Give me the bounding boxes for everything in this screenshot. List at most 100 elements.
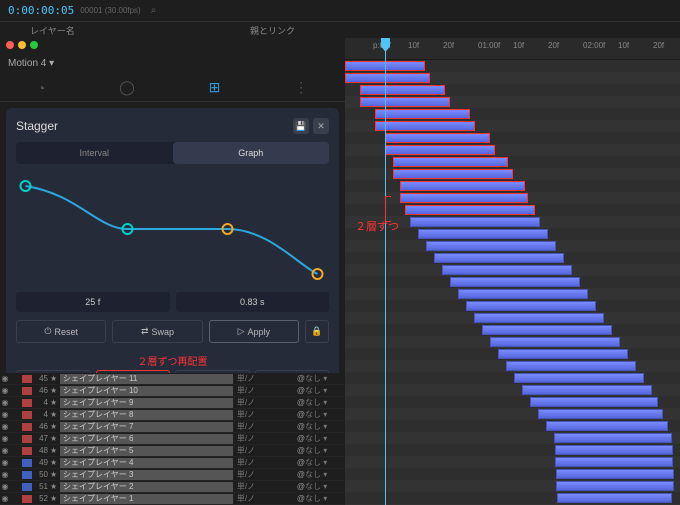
- blend-mode[interactable]: 単/ノ: [237, 421, 297, 432]
- track-row[interactable]: [345, 456, 680, 468]
- playhead[interactable]: [385, 38, 386, 505]
- layer-bar[interactable]: [400, 181, 525, 191]
- visibility-icon[interactable]: ◉: [0, 470, 10, 479]
- layer-bar[interactable]: [556, 469, 674, 479]
- layer-bar[interactable]: [426, 241, 556, 251]
- parent-value[interactable]: なし ▾: [305, 493, 345, 504]
- layer-bar[interactable]: [375, 121, 475, 131]
- track-row[interactable]: [345, 108, 680, 120]
- track-row[interactable]: [345, 492, 680, 504]
- layer-bar[interactable]: [556, 481, 674, 491]
- track-row[interactable]: [345, 144, 680, 156]
- visibility-icon[interactable]: ◉: [0, 482, 10, 491]
- time-ruler[interactable]: p:00f10f20f01:00f10f20f02:00f10f20f03:00…: [345, 38, 680, 60]
- track-row[interactable]: [345, 72, 680, 84]
- track-row[interactable]: [345, 168, 680, 180]
- save-icon[interactable]: 💾: [293, 118, 309, 134]
- layer-bar[interactable]: [482, 325, 612, 335]
- track-row[interactable]: [345, 372, 680, 384]
- parent-pick-icon[interactable]: @: [297, 398, 305, 407]
- visibility-icon[interactable]: ◉: [0, 410, 10, 419]
- layer-name[interactable]: シェイプレイヤー 5: [60, 446, 233, 456]
- track-row[interactable]: [345, 156, 680, 168]
- layer-bar[interactable]: [474, 313, 604, 323]
- layer-bar[interactable]: [442, 265, 572, 275]
- parent-value[interactable]: なし ▾: [305, 409, 345, 420]
- layer-bar[interactable]: [385, 133, 490, 143]
- parent-value[interactable]: なし ▾: [305, 385, 345, 396]
- layer-name[interactable]: シェイプレイヤー 4: [60, 458, 233, 468]
- layer-bar[interactable]: [434, 253, 564, 263]
- track-row[interactable]: [345, 300, 680, 312]
- visibility-icon[interactable]: ◉: [0, 398, 10, 407]
- track-row[interactable]: [345, 324, 680, 336]
- blend-mode[interactable]: 単/ノ: [237, 397, 297, 408]
- minimize-icon[interactable]: [18, 41, 26, 49]
- layer-name[interactable]: シェイプレイヤー 11: [60, 374, 233, 384]
- parent-pick-icon[interactable]: @: [297, 410, 305, 419]
- track-row[interactable]: [345, 60, 680, 72]
- layer-row[interactable]: ◉48★シェイプレイヤー 5単/ノ@ なし ▾: [0, 445, 345, 457]
- parent-pick-icon[interactable]: @: [297, 494, 305, 503]
- track-row[interactable]: [345, 408, 680, 420]
- tab-graph[interactable]: Graph: [173, 142, 330, 164]
- blend-mode[interactable]: 単/ノ: [237, 373, 297, 384]
- parent-value[interactable]: なし ▾: [305, 457, 345, 468]
- easing-graph[interactable]: [16, 174, 329, 284]
- layer-bar[interactable]: [538, 409, 663, 419]
- layer-bar[interactable]: [555, 445, 673, 455]
- timecode[interactable]: 0:00:00:05: [8, 4, 74, 17]
- track-row[interactable]: [345, 384, 680, 396]
- parent-pick-icon[interactable]: @: [297, 422, 305, 431]
- track-row[interactable]: [345, 288, 680, 300]
- layer-row[interactable]: ◉47★シェイプレイヤー 6単/ノ@ なし ▾: [0, 433, 345, 445]
- layer-name[interactable]: シェイプレイヤー 1: [60, 494, 233, 504]
- layer-bar[interactable]: [375, 109, 470, 119]
- label-color[interactable]: [22, 387, 32, 395]
- blend-mode[interactable]: 単/ノ: [237, 457, 297, 468]
- layer-name[interactable]: シェイプレイヤー 8: [60, 410, 233, 420]
- track-row[interactable]: [345, 276, 680, 288]
- label-color[interactable]: [22, 459, 32, 467]
- parent-value[interactable]: なし ▾: [305, 373, 345, 384]
- track-row[interactable]: [345, 360, 680, 372]
- layer-bar[interactable]: [557, 493, 672, 503]
- blend-mode[interactable]: 単/ノ: [237, 409, 297, 420]
- layer-bar[interactable]: [554, 433, 672, 443]
- track-row[interactable]: [345, 396, 680, 408]
- tab-interval[interactable]: Interval: [16, 142, 173, 164]
- layer-bar[interactable]: [400, 193, 528, 203]
- layer-name[interactable]: シェイプレイヤー 6: [60, 434, 233, 444]
- tab-clock-icon[interactable]: ◔: [37, 80, 45, 96]
- layer-row[interactable]: ◉49★シェイプレイヤー 4単/ノ@ なし ▾: [0, 457, 345, 469]
- layer-bar[interactable]: [345, 73, 430, 83]
- layer-bar[interactable]: [410, 217, 540, 227]
- layer-bar[interactable]: [385, 145, 495, 155]
- track-row[interactable]: [345, 96, 680, 108]
- label-color[interactable]: [22, 411, 32, 419]
- label-color[interactable]: [22, 447, 32, 455]
- layer-row[interactable]: ◉46★シェイプレイヤー 10単/ノ@ なし ▾: [0, 385, 345, 397]
- layer-bar[interactable]: [418, 229, 548, 239]
- parent-pick-icon[interactable]: @: [297, 470, 305, 479]
- track-row[interactable]: [345, 192, 680, 204]
- close-icon[interactable]: [6, 41, 14, 49]
- label-color[interactable]: [22, 495, 32, 503]
- label-color[interactable]: [22, 399, 32, 407]
- visibility-icon[interactable]: ◉: [0, 374, 10, 383]
- track-row[interactable]: [345, 240, 680, 252]
- track-row[interactable]: [345, 444, 680, 456]
- label-color[interactable]: [22, 471, 32, 479]
- track-row[interactable]: [345, 204, 680, 216]
- layer-bar[interactable]: [360, 85, 445, 95]
- layer-name[interactable]: シェイプレイヤー 7: [60, 422, 233, 432]
- layer-row[interactable]: ◉45★シェイプレイヤー 11単/ノ@ なし ▾: [0, 373, 345, 385]
- label-color[interactable]: [22, 375, 32, 383]
- layer-bar[interactable]: [555, 457, 673, 467]
- track-row[interactable]: [345, 180, 680, 192]
- track-row[interactable]: [345, 264, 680, 276]
- track-row[interactable]: [345, 312, 680, 324]
- parent-pick-icon[interactable]: @: [297, 434, 305, 443]
- layer-row[interactable]: ◉4★シェイプレイヤー 8単/ノ@ なし ▾: [0, 409, 345, 421]
- parent-value[interactable]: なし ▾: [305, 469, 345, 480]
